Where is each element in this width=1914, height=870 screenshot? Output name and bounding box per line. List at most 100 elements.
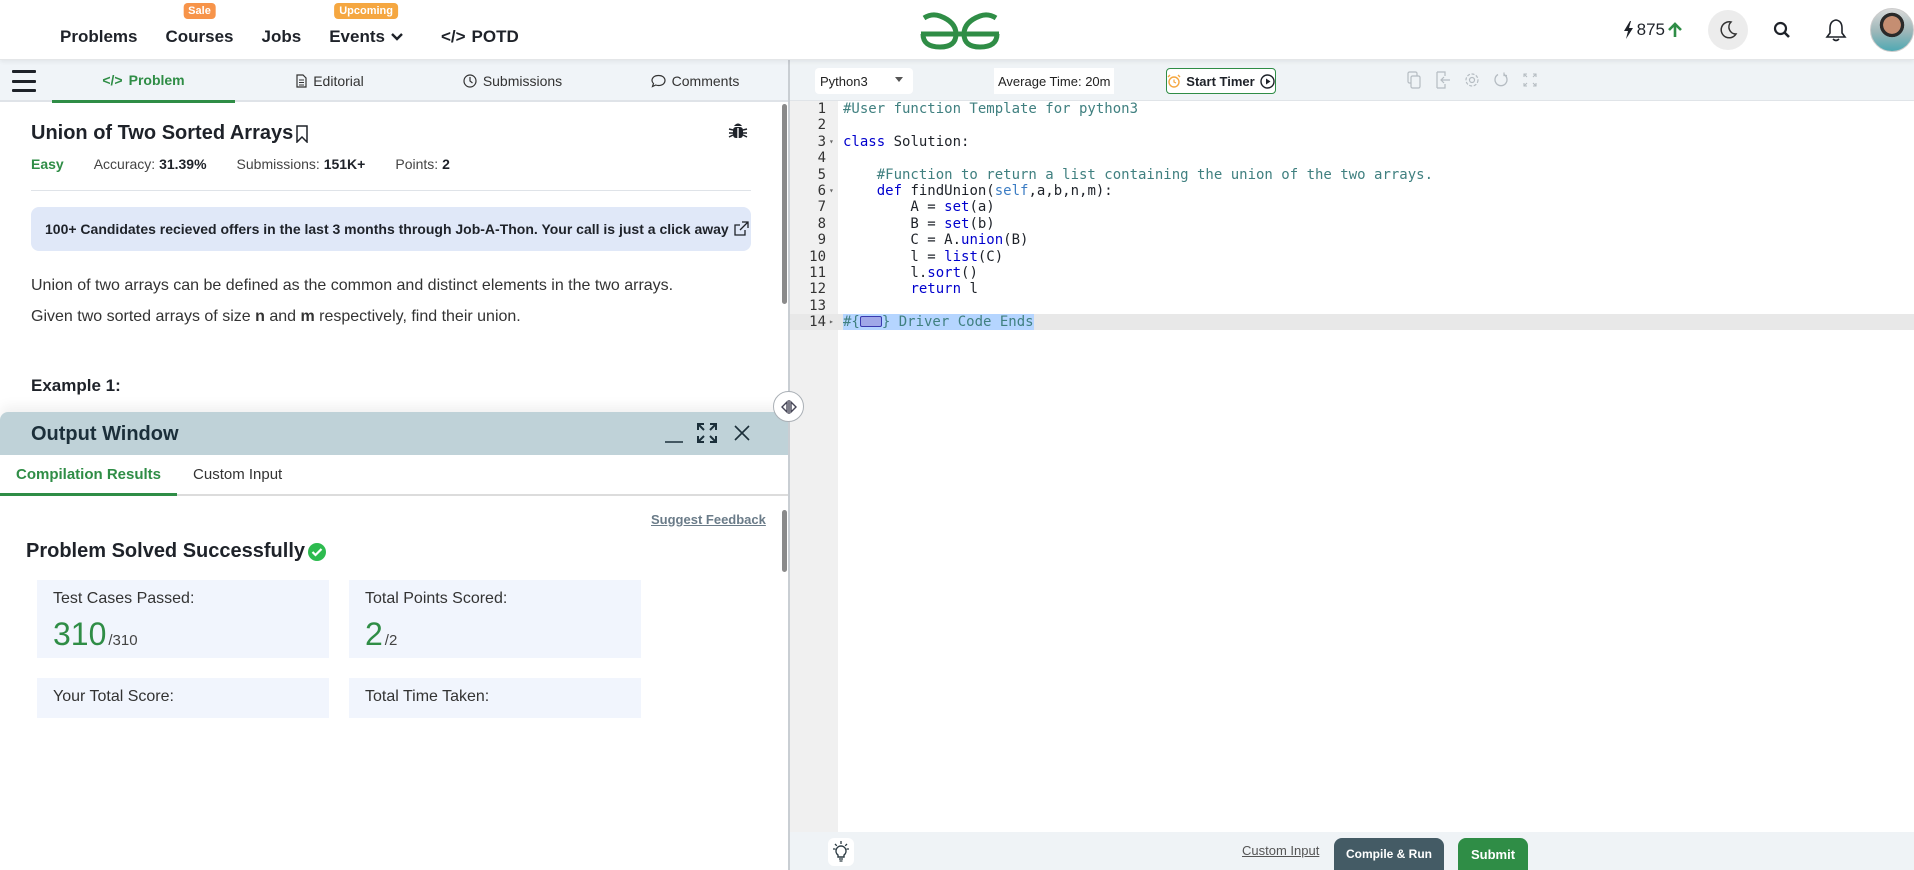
bug-icon[interactable] bbox=[728, 120, 748, 140]
check-circle-icon bbox=[308, 542, 326, 561]
code-text: def findUnion(self,a,b,n,m): bbox=[876, 182, 1113, 199]
code-line[interactable]: 5 #Function to return a list containing … bbox=[790, 167, 1914, 183]
code-line[interactable]: 7 A = set(a) bbox=[790, 199, 1914, 215]
code-text: #Function to return a list containing th… bbox=[843, 166, 1434, 183]
code-text: #{} Driver Code Ends bbox=[843, 314, 1034, 331]
code-icon: </> bbox=[440, 27, 466, 46]
tab-label: Editorial bbox=[313, 73, 364, 89]
line-number: 1 bbox=[817, 101, 826, 117]
fullscreen-icon[interactable] bbox=[1521, 70, 1538, 90]
clock-icon bbox=[463, 74, 477, 88]
copy-icon[interactable] bbox=[1405, 70, 1422, 90]
editor-tools bbox=[1405, 70, 1538, 90]
hint-button[interactable] bbox=[828, 838, 854, 866]
gfg-logo[interactable] bbox=[918, 12, 1002, 50]
test-cases-passed: 310 bbox=[53, 616, 107, 652]
line-number: 11 bbox=[809, 264, 826, 281]
tab-custom-input[interactable]: Custom Input bbox=[177, 455, 298, 494]
document-icon bbox=[296, 74, 307, 88]
dark-mode-toggle[interactable] bbox=[1708, 10, 1748, 50]
average-time: Average Time: 20m bbox=[994, 68, 1115, 94]
var-m: m bbox=[300, 308, 315, 325]
caret-down-icon bbox=[895, 77, 903, 82]
tab-problem[interactable]: </> Problem bbox=[52, 60, 235, 103]
submissions-label: Submissions: bbox=[236, 156, 320, 172]
code-line[interactable]: 13 bbox=[790, 298, 1914, 314]
code-line[interactable]: 6 ▾ def findUnion(self,a,b,n,m): bbox=[790, 183, 1914, 199]
tab-comments[interactable]: Comments bbox=[615, 60, 775, 102]
submit-button[interactable]: Submit bbox=[1458, 838, 1528, 870]
custom-input-link[interactable]: Custom Input bbox=[1242, 843, 1319, 858]
resize-handle[interactable] bbox=[773, 391, 804, 422]
arrow-up-icon bbox=[1668, 22, 1682, 37]
compile-run-button[interactable]: Compile & Run bbox=[1334, 838, 1444, 870]
job-a-thon-banner[interactable]: 100+ Candidates recieved offers in the l… bbox=[31, 207, 751, 251]
language-value: Python3 bbox=[820, 73, 868, 89]
submissions-value: 151K+ bbox=[323, 156, 366, 172]
code-line[interactable]: 8 B = set(b) bbox=[790, 216, 1914, 232]
fold-toggle-icon[interactable]: ▾ bbox=[829, 183, 834, 199]
search-icon bbox=[1773, 21, 1790, 38]
reset-icon[interactable] bbox=[1492, 70, 1509, 90]
code-text: class Solution: bbox=[843, 133, 970, 150]
code-line[interactable]: 2 bbox=[790, 117, 1914, 133]
example-heading: Example 1: bbox=[31, 376, 121, 395]
tab-editorial[interactable]: Editorial bbox=[250, 60, 410, 102]
code-line[interactable]: 11 l.sort() bbox=[790, 265, 1914, 281]
output-scrollbar[interactable] bbox=[782, 510, 787, 572]
output-window-title: Output Window bbox=[31, 423, 179, 445]
suggest-feedback-link[interactable]: Suggest Feedback bbox=[651, 512, 766, 527]
bookmark-icon[interactable] bbox=[295, 124, 309, 143]
tab-label: Problem bbox=[128, 72, 185, 88]
code-line[interactable]: 1 #User function Template for python3 bbox=[790, 101, 1914, 117]
streak-counter[interactable]: 875 bbox=[1623, 20, 1682, 40]
streak-count: 875 bbox=[1636, 20, 1665, 39]
problem-pane: </> Problem Editorial Submissions Commen… bbox=[0, 60, 788, 870]
nav-item-label: Courses bbox=[165, 27, 234, 46]
code-line[interactable]: 14 ▸ #{} Driver Code Ends bbox=[790, 314, 1914, 331]
chevron-down-icon bbox=[391, 33, 403, 41]
tab-submissions[interactable]: Submissions bbox=[430, 60, 595, 102]
problem-scrollbar[interactable] bbox=[782, 104, 787, 304]
bolt-icon bbox=[1623, 21, 1633, 39]
card-label: Total Points Scored: bbox=[365, 590, 508, 607]
avatar[interactable] bbox=[1870, 8, 1914, 52]
expand-icon[interactable] bbox=[696, 422, 718, 444]
code-line[interactable]: 3 ▾ class Solution: bbox=[790, 134, 1914, 150]
nav-item-events[interactable]: Upcoming Events bbox=[329, 3, 403, 47]
nav-item-problems[interactable]: Problems bbox=[60, 27, 137, 47]
description-line: Given two sorted arrays of size n and m … bbox=[31, 301, 751, 332]
line-number: 9 bbox=[817, 232, 826, 249]
start-timer-button[interactable]: Start Timer bbox=[1166, 68, 1276, 94]
sale-badge: Sale bbox=[183, 3, 216, 19]
timer-label: Start Timer bbox=[1186, 73, 1255, 89]
import-icon[interactable] bbox=[1434, 70, 1451, 90]
code-icon: </> bbox=[102, 72, 123, 88]
minimize-icon[interactable] bbox=[664, 430, 684, 444]
settings-icon[interactable] bbox=[1463, 70, 1480, 90]
line-number: 7 bbox=[817, 199, 826, 216]
notifications-button[interactable] bbox=[1816, 10, 1856, 50]
code-line[interactable]: 9 C = A.union(B) bbox=[790, 232, 1914, 248]
time-taken-card: Total Time Taken: bbox=[349, 678, 641, 718]
menu-button[interactable] bbox=[12, 70, 36, 92]
line-number: 2 bbox=[817, 117, 826, 134]
code-line[interactable]: 4 bbox=[790, 150, 1914, 166]
output-window-header: Output Window bbox=[0, 412, 788, 455]
tab-compilation-results[interactable]: Compilation Results bbox=[0, 455, 178, 496]
code-line[interactable]: 10 l = list(C) bbox=[790, 249, 1914, 265]
folded-code-icon[interactable] bbox=[859, 315, 882, 327]
code-line[interactable]: 12 return l bbox=[790, 281, 1914, 297]
points-stat: Points: 2 bbox=[395, 156, 450, 172]
moon-icon bbox=[1720, 21, 1738, 39]
code-text: return l bbox=[910, 281, 978, 298]
code-editor[interactable]: 1 #User function Template for python3 2 3 ▾ c… bbox=[790, 101, 1914, 832]
nav-item-courses[interactable]: Sale Courses bbox=[165, 3, 234, 47]
search-button[interactable] bbox=[1762, 10, 1802, 50]
fold-toggle-icon[interactable]: ▾ bbox=[829, 134, 834, 150]
language-select[interactable]: Python3 bbox=[815, 68, 913, 94]
close-icon[interactable] bbox=[733, 424, 751, 442]
nav-item-potd[interactable]: </> POTD bbox=[441, 27, 519, 47]
nav-item-jobs[interactable]: Jobs bbox=[262, 27, 302, 47]
fold-toggle-icon[interactable]: ▸ bbox=[829, 314, 834, 330]
